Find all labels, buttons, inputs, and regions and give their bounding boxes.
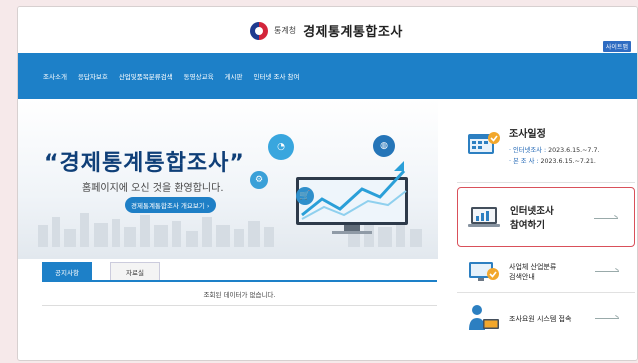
survey-overview-button[interactable]: 경제통계통합조사 개요보기 › [125, 197, 216, 213]
site-header: 통계청 경제통계통합조사 사이트맵 [18, 7, 637, 52]
schedule-internet-label: · 인터넷조사 : [509, 147, 547, 154]
hero-banner: ◔ ⚙ 🛒 ◍ “경제통계통합조사” 홈페이지에 오신 것을 환영합니다. 경제… [18, 99, 438, 259]
arrow-right-icon [594, 218, 618, 219]
monitor-check-icon [469, 262, 499, 281]
schedule-main-row: · 본 조 사 : 2023.6.15.~7.21. [509, 156, 596, 165]
laptop-chart-icon [468, 207, 500, 227]
hero-title: “경제통계통합조사” [44, 151, 245, 176]
nav-item-classification-search[interactable]: 산업및품목분류검색 [119, 71, 173, 81]
sitemap-button[interactable]: 사이트맵 [602, 41, 631, 52]
nav-item-board[interactable]: 게시판 [225, 71, 243, 81]
tab-archive[interactable]: 자료실 [110, 262, 160, 280]
schedule-title: 조사일정 [509, 129, 546, 140]
industry-line2: 검색안내 [509, 273, 535, 281]
arrow-right-icon [595, 318, 619, 319]
nav-item-respondent-protection[interactable]: 응답자보호 [78, 71, 108, 81]
cart-icon: 🛒 [296, 187, 314, 205]
schedule-internet-row: · 인터넷조사 : 2023.6.15.~7.7. [509, 145, 599, 154]
tab-notices[interactable]: 공지사항 [42, 262, 92, 280]
surveyor-person-icon [469, 305, 499, 330]
gear-icon: ⚙ [250, 171, 268, 189]
nav-item-internet-survey[interactable]: 인터넷 조사 참여 [254, 71, 300, 81]
surveyor-label: 조사요원 시스템 접속 [509, 315, 572, 323]
industry-line1: 사업체 산업분류 [509, 263, 557, 271]
surveyor-system-card[interactable]: 조사요원 시스템 접속 [457, 297, 635, 341]
arrow-right-icon [595, 271, 619, 272]
nav-item-survey-intro[interactable]: 조사소개 [43, 71, 67, 81]
board-tabs: 공지사항 자료실 [42, 262, 160, 280]
schedule-main-label: · 본 조 사 : [509, 158, 539, 165]
main-nav: 조사소개 응답자보호 산업및품목분류검색 동영상교육 게시판 인터넷 조사 참여 [18, 53, 637, 99]
schedule-internet-date: 2023.6.15.~7.7. [548, 147, 600, 154]
calendar-icon [468, 132, 500, 154]
internet-survey-line1: 인터넷조사 [510, 206, 554, 217]
site-title: 경제통계통합조사 [303, 25, 403, 40]
agency-name: 통계청 [274, 26, 297, 35]
globe-icon: ◍ [373, 135, 395, 157]
taegeuk-logo-icon [250, 21, 268, 40]
nav-item-video-education[interactable]: 동영상교육 [184, 71, 214, 81]
empty-message: 조회된 데이터가 없습니다. [203, 290, 276, 299]
industry-classification-card[interactable]: 사업체 산업분류 검색안내 [457, 249, 635, 293]
hero-subtitle: 홈페이지에 오신 것을 환영합니다. [82, 183, 224, 194]
internet-survey-card[interactable]: 인터넷조사 참여하기 [457, 187, 635, 247]
pie-chart-icon: ◔ [268, 134, 294, 160]
schedule-main-date: 2023.6.15.~7.21. [540, 158, 596, 165]
survey-schedule-card: 조사일정 · 인터넷조사 : 2023.6.15.~7.7. · 본 조 사 :… [457, 113, 635, 183]
site-logo[interactable]: 통계청 경제통계통합조사 [250, 21, 403, 40]
notice-list: 조회된 데이터가 없습니다. [42, 280, 437, 306]
browser-frame: 통계청 경제통계통합조사 사이트맵 조사소개 응답자보호 산업및품목분류검색 동… [17, 6, 638, 361]
internet-survey-line2: 참여하기 [510, 220, 545, 231]
